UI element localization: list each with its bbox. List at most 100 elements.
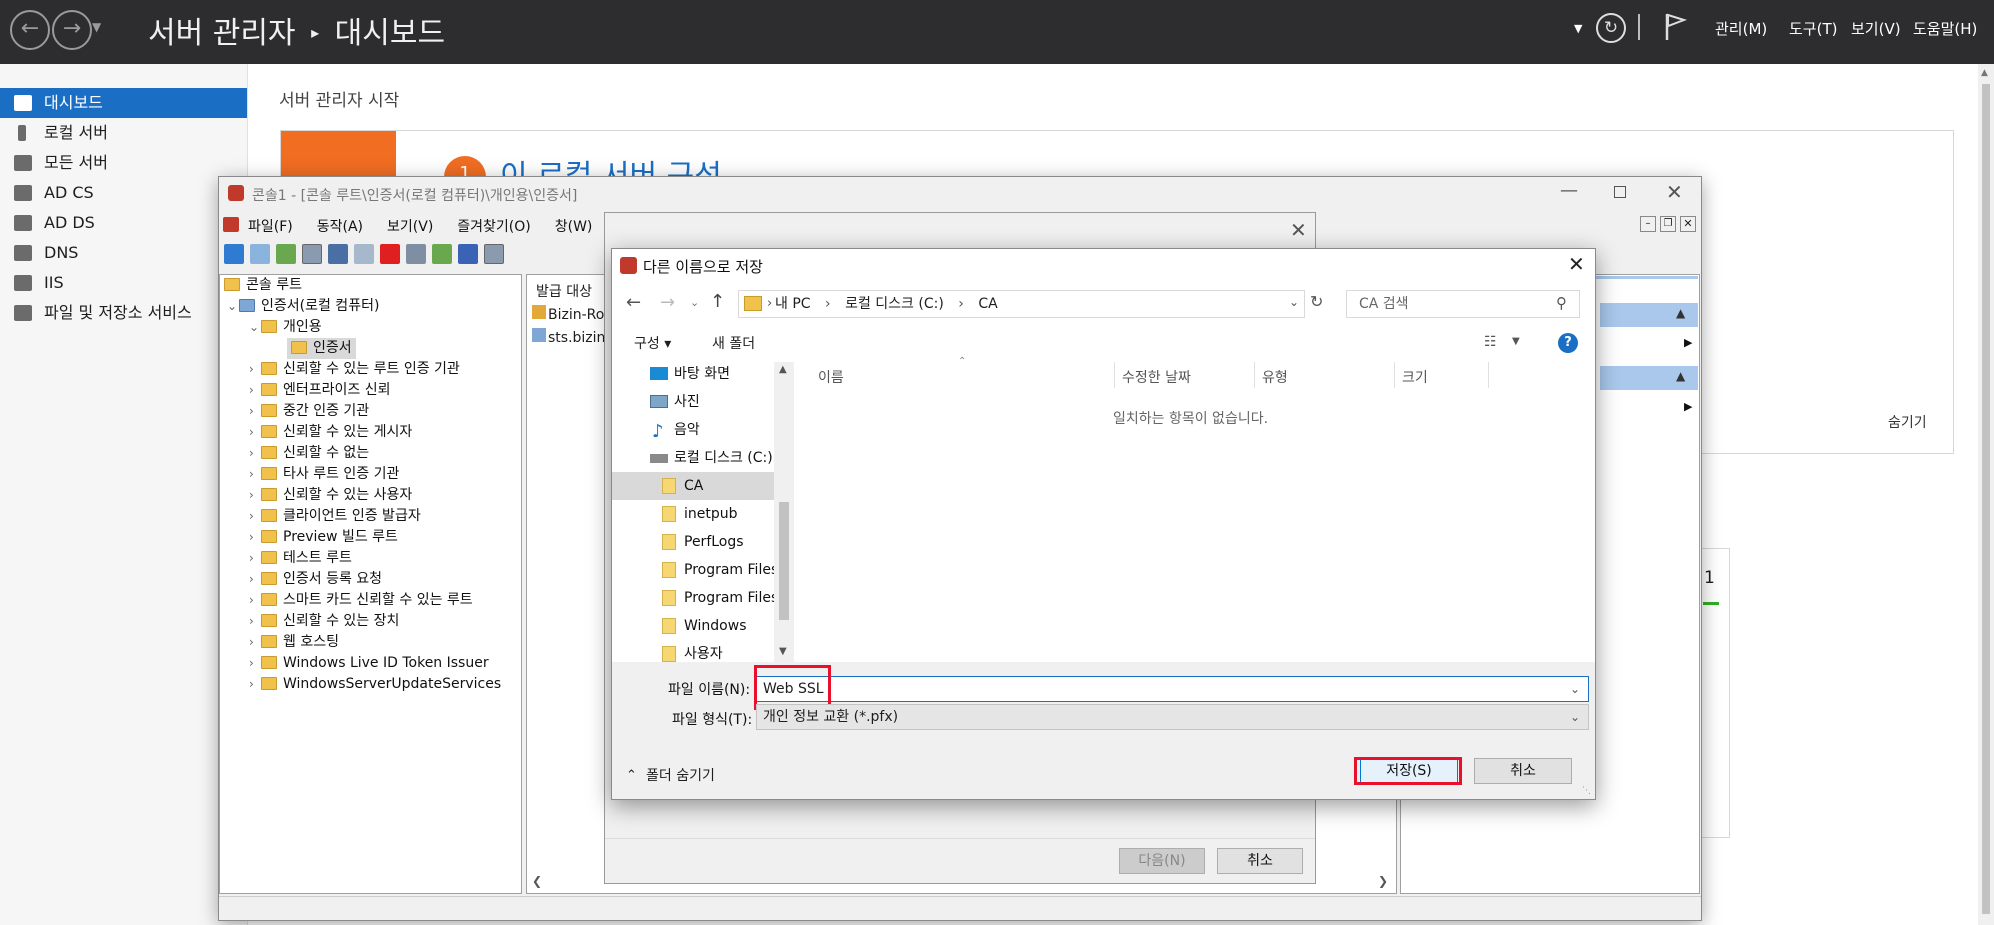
menu-view[interactable]: 보기(V) bbox=[387, 219, 433, 235]
nav-item-local-disk[interactable]: 로컬 디스크 (C:) bbox=[612, 444, 774, 472]
scroll-down-icon[interactable]: ▼ bbox=[779, 646, 787, 657]
hide-welcome-link[interactable]: 숨기기 bbox=[1888, 412, 1927, 432]
submenu-arrow-icon[interactable]: ▶ bbox=[1684, 336, 1692, 349]
menu-file[interactable]: 파일(F) bbox=[248, 219, 293, 235]
expand-chevron-icon[interactable]: › bbox=[249, 443, 261, 464]
view-options-icon[interactable]: ☷ bbox=[1484, 334, 1497, 350]
sidebar-item-file-storage[interactable]: 파일 및 저장소 서비스 bbox=[0, 298, 247, 328]
tree-node-certificates[interactable]: 인증서 bbox=[287, 338, 356, 359]
sidebar-item-dashboard[interactable]: 대시보드 bbox=[0, 88, 247, 118]
menu-action[interactable]: 동작(A) bbox=[317, 219, 363, 235]
tree-node-personal[interactable]: ⌄ 개인용 bbox=[249, 317, 322, 338]
scroll-up-icon[interactable]: ▲ bbox=[779, 364, 787, 375]
sidebar-item-ad-cs[interactable]: AD CS bbox=[0, 178, 247, 208]
certificate-row[interactable]: Bizin-Ro bbox=[532, 305, 604, 323]
show-hide-tree-icon[interactable] bbox=[302, 244, 322, 264]
show-action-pane-icon[interactable] bbox=[484, 244, 504, 264]
expand-chevron-icon[interactable]: › bbox=[249, 527, 261, 548]
column-header-name[interactable]: 이름 bbox=[818, 367, 844, 387]
scrollbar-thumb[interactable] bbox=[1982, 84, 1990, 914]
nav-item-ca[interactable]: CA bbox=[612, 472, 774, 500]
sidebar-item-local-server[interactable]: 로컬 서버 bbox=[0, 118, 247, 148]
nav-item-pictures[interactable]: 사진 bbox=[612, 388, 774, 416]
menu-view[interactable]: 보기(V) bbox=[1851, 18, 1901, 39]
tree-node-smart-card-roots[interactable]: › 스마트 카드 신뢰할 수 있는 루트 bbox=[249, 590, 473, 611]
view-dropdown-icon[interactable]: ▼ bbox=[1512, 336, 1520, 347]
wizard-cancel-button[interactable]: 취소 bbox=[1217, 848, 1303, 874]
nav-item-desktop[interactable]: 바탕 화면 bbox=[612, 360, 774, 388]
tree-node-test-roots[interactable]: › 테스트 루트 bbox=[249, 548, 352, 569]
forward-icon[interactable] bbox=[250, 244, 270, 264]
tree-node-third-party-root[interactable]: › 타사 루트 인증 기관 bbox=[249, 464, 399, 485]
export-list-icon[interactable] bbox=[432, 244, 452, 264]
tree-node-intermediate-ca[interactable]: › 중간 인증 기관 bbox=[249, 401, 369, 422]
tree-node-live-id-token[interactable]: › Windows Live ID Token Issuer bbox=[249, 653, 489, 674]
organize-button[interactable]: 구성 ▾ bbox=[634, 333, 671, 353]
tree-node-enterprise-trust[interactable]: › 엔터프라이즈 신뢰 bbox=[249, 380, 391, 401]
certificate-row[interactable]: sts.bizin bbox=[532, 328, 605, 346]
dialog-close-icon[interactable]: ✕ bbox=[1568, 252, 1585, 276]
expand-chevron-icon[interactable]: › bbox=[249, 548, 261, 569]
tree-node-untrusted[interactable]: › 신뢰할 수 없는 bbox=[249, 443, 369, 464]
cut-icon[interactable] bbox=[328, 244, 348, 264]
tree-node-trusted-people[interactable]: › 신뢰할 수 있는 사용자 bbox=[249, 485, 412, 506]
next-button[interactable]: 다음(N) bbox=[1119, 848, 1205, 874]
minimize-icon[interactable]: — bbox=[1560, 180, 1578, 201]
child-restore-icon[interactable]: ❐ bbox=[1660, 216, 1676, 232]
sidebar-item-ad-ds[interactable]: AD DS bbox=[0, 208, 247, 238]
menu-help[interactable]: 도움말(H) bbox=[1913, 18, 1977, 39]
sidebar-item-all-servers[interactable]: 모든 서버 bbox=[0, 148, 247, 178]
recent-locations-icon[interactable]: ⌄ bbox=[690, 296, 699, 309]
menu-window[interactable]: 창(W) bbox=[555, 219, 593, 235]
history-dropdown-icon[interactable]: ▼ bbox=[92, 20, 101, 34]
sidebar-item-dns[interactable]: DNS bbox=[0, 238, 247, 268]
nav-item-program-files-x86[interactable]: Program Files bbox=[612, 584, 778, 612]
child-minimize-icon[interactable]: – bbox=[1640, 216, 1656, 232]
column-header-size[interactable]: 크기 bbox=[1402, 367, 1428, 387]
address-dropdown-icon[interactable]: ⌄ bbox=[1289, 295, 1299, 309]
expand-chevron-icon[interactable]: › bbox=[249, 422, 261, 443]
help-icon[interactable]: ? bbox=[1558, 333, 1578, 353]
scroll-right-icon[interactable]: ❯ bbox=[1378, 874, 1388, 888]
sidebar-item-iis[interactable]: IIS bbox=[0, 268, 247, 298]
nav-item-users[interactable]: 사용자 bbox=[612, 640, 774, 662]
forward-arrow-icon[interactable]: → bbox=[52, 10, 92, 50]
maximize-icon[interactable] bbox=[1614, 186, 1626, 198]
up-folder-icon[interactable] bbox=[276, 244, 296, 264]
hide-folders-button[interactable]: 폴더 숨기기 bbox=[646, 765, 715, 785]
expand-chevron-icon[interactable]: › bbox=[249, 464, 261, 485]
expand-chevron-icon[interactable]: › bbox=[249, 485, 261, 506]
resize-grip-icon[interactable]: ⋱ bbox=[1582, 786, 1591, 796]
up-arrow-icon[interactable]: ↑ bbox=[710, 291, 725, 312]
expand-chevron-icon[interactable]: › bbox=[249, 506, 261, 527]
refresh-icon[interactable]: ↻ bbox=[1596, 13, 1626, 43]
child-close-icon[interactable]: ✕ bbox=[1680, 216, 1696, 232]
column-header-issued-to[interactable]: 발급 대상 bbox=[536, 281, 592, 301]
search-input[interactable]: CA 검색 bbox=[1346, 290, 1580, 318]
address-bar[interactable]: 내 PC › 로컬 디스크 (C:) › CA bbox=[738, 290, 1305, 318]
breadcrumb-ca[interactable]: CA bbox=[978, 296, 997, 312]
filetype-dropdown-icon[interactable]: ⌄ bbox=[1570, 705, 1580, 729]
tree-node-client-auth-issuers[interactable]: › 클라이언트 인증 발급자 bbox=[249, 506, 421, 527]
tree-node-wsus[interactable]: › WindowsServerUpdateServices bbox=[249, 674, 501, 695]
tree-node-console-root[interactable]: 콘솔 루트 bbox=[224, 275, 302, 296]
tree-node-trusted-publishers[interactable]: › 신뢰할 수 있는 게시자 bbox=[249, 422, 412, 443]
back-icon[interactable] bbox=[224, 244, 244, 264]
expand-chevron-icon[interactable]: › bbox=[249, 401, 261, 422]
collapse-icon[interactable]: ▲ bbox=[1676, 306, 1685, 320]
menu-tools[interactable]: 도구(T) bbox=[1789, 18, 1837, 39]
expand-chevron-icon[interactable]: ⌄ bbox=[227, 296, 239, 317]
filetype-select[interactable]: 개인 정보 교환 (*.pfx) ⌄ bbox=[756, 704, 1589, 730]
tree-node-web-hosting[interactable]: › 웹 호스팅 bbox=[249, 632, 339, 653]
help-icon[interactable] bbox=[458, 244, 478, 264]
breadcrumb-this-pc[interactable]: 내 PC bbox=[775, 296, 811, 312]
column-header-type[interactable]: 유형 bbox=[1262, 367, 1288, 387]
nav-item-inetpub[interactable]: inetpub bbox=[612, 500, 774, 528]
filename-dropdown-icon[interactable]: ⌄ bbox=[1570, 677, 1580, 701]
expand-chevron-icon[interactable]: › bbox=[249, 359, 261, 380]
nav-item-windows[interactable]: Windows bbox=[612, 612, 774, 640]
column-header-modified[interactable]: 수정한 날짜 bbox=[1122, 367, 1191, 387]
properties-icon[interactable] bbox=[406, 244, 426, 264]
expand-chevron-icon[interactable]: › bbox=[249, 569, 261, 590]
expand-chevron-icon[interactable]: › bbox=[249, 590, 261, 611]
